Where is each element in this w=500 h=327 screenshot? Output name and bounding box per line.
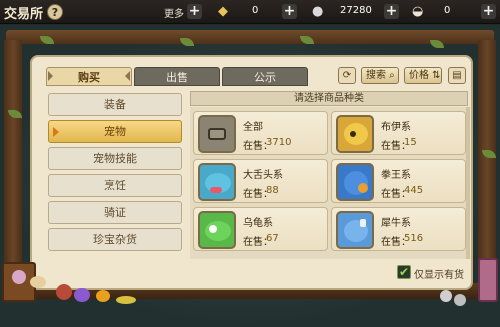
category-pet-skill[interactable]: 宠物技能 bbox=[48, 147, 182, 170]
shell-pile-decoration bbox=[12, 270, 26, 284]
silver-plus-button[interactable]: + bbox=[384, 4, 399, 19]
list-header: 请选择商品种类 bbox=[190, 91, 468, 106]
tab-sell[interactable]: 出售 bbox=[134, 67, 220, 86]
item-count: 516 bbox=[404, 233, 424, 244]
item-name: 大舌头系 bbox=[243, 170, 283, 181]
wood-frame-right bbox=[478, 40, 496, 290]
pet-boxer-icon bbox=[336, 163, 374, 201]
wood-frame-top bbox=[6, 30, 494, 44]
top-bar: 交易所 ? 更多 + ◆ 0 + ● 27280 + ◒ 0 + bbox=[0, 0, 500, 24]
category-label: 宠物技能 bbox=[93, 152, 137, 165]
category-pet[interactable]: 宠物 bbox=[48, 120, 182, 143]
gold-plus-button[interactable]: + bbox=[282, 4, 297, 19]
more-label: 更多 bbox=[164, 9, 184, 20]
item-card-buyi[interactable]: 布伊系 在售： 15 bbox=[331, 111, 466, 155]
shell-value: 0 bbox=[444, 5, 451, 16]
tab-notice-label: 公示 bbox=[254, 71, 276, 84]
chest-decoration bbox=[478, 258, 498, 302]
tab-notice[interactable]: 公示 bbox=[222, 67, 308, 86]
help-icon[interactable]: ? bbox=[47, 4, 63, 20]
gem-decoration bbox=[74, 288, 90, 302]
item-name: 全部 bbox=[243, 122, 263, 133]
refresh-icon[interactable]: ⟳ bbox=[338, 67, 356, 84]
only-in-stock-label: 仅显示有货 bbox=[414, 270, 464, 281]
category-label: 装备 bbox=[104, 98, 126, 111]
pet-buyi-icon bbox=[336, 115, 374, 153]
item-card-turtle[interactable]: 乌龟系 在售： 67 bbox=[193, 207, 328, 251]
category-mount-license[interactable]: 骑证 bbox=[48, 201, 182, 224]
item-card-rhino[interactable]: 犀牛系 在售： 516 bbox=[331, 207, 466, 251]
selected-arrow-icon bbox=[53, 127, 59, 137]
pet-big-tongue-icon bbox=[198, 163, 236, 201]
meat-decoration bbox=[56, 284, 72, 300]
shell-plus-button[interactable]: + bbox=[481, 4, 496, 19]
silver-value: 27280 bbox=[340, 5, 372, 16]
fruit-decoration bbox=[96, 290, 110, 302]
list-header-label: 请选择商品种类 bbox=[294, 93, 364, 104]
shell-icon: ◒ bbox=[412, 4, 424, 19]
silver-coin-decoration bbox=[440, 290, 452, 302]
price-sort-button[interactable]: 价格 ⇅ bbox=[404, 67, 442, 84]
item-card-all[interactable]: 全部 在售： 3710 bbox=[193, 111, 328, 155]
tab-arrow-right-icon bbox=[125, 71, 130, 81]
item-list[interactable]: 全部 在售： 3710 布伊系 在售： 15 大舌头系 在售： 88 拳王系 在… bbox=[190, 107, 468, 259]
tab-arrow-left-icon bbox=[48, 71, 53, 81]
tab-sell-label: 出售 bbox=[166, 71, 188, 84]
item-name: 拳王系 bbox=[381, 170, 411, 181]
more-plus-button[interactable]: + bbox=[187, 4, 202, 19]
search-icon: ⌕ bbox=[386, 70, 395, 81]
mask-icon bbox=[198, 115, 236, 153]
category-label: 烹饪 bbox=[104, 179, 126, 192]
category-label: 宠物 bbox=[104, 125, 126, 138]
item-count: 3710 bbox=[266, 137, 292, 148]
item-name: 乌龟系 bbox=[243, 218, 273, 229]
tab-buy[interactable]: 购买 bbox=[46, 67, 132, 86]
category-cooking[interactable]: 烹饪 bbox=[48, 174, 182, 197]
category-equipment[interactable]: 装备 bbox=[48, 93, 182, 116]
item-name: 布伊系 bbox=[381, 122, 411, 133]
item-name: 犀牛系 bbox=[381, 218, 411, 229]
gold-ingot-icon: ◆ bbox=[218, 4, 228, 19]
category-label: 骑证 bbox=[104, 206, 126, 219]
item-card-datoutou[interactable]: 大舌头系 在售： 88 bbox=[193, 159, 328, 203]
category-label: 珍宝杂货 bbox=[93, 233, 137, 246]
price-sort-label: 价格 bbox=[409, 70, 429, 81]
item-count: 15 bbox=[404, 137, 417, 148]
pet-turtle-icon bbox=[198, 211, 236, 249]
ledger-icon[interactable]: ▤ bbox=[448, 67, 466, 84]
search-button-label: 搜索 bbox=[366, 70, 386, 81]
item-count: 67 bbox=[266, 233, 279, 244]
gold-pile-decoration bbox=[116, 296, 136, 304]
pet-rhino-icon bbox=[336, 211, 374, 249]
item-card-quanwang[interactable]: 拳王系 在售： 445 bbox=[331, 159, 466, 203]
page-title: 交易所 bbox=[4, 7, 44, 22]
only-in-stock-checkbox[interactable]: ✔ bbox=[397, 265, 411, 279]
silver-coin-icon: ● bbox=[312, 4, 324, 19]
category-treasure-goods[interactable]: 珍宝杂货 bbox=[48, 228, 182, 251]
shell-pile-decoration bbox=[30, 276, 46, 288]
tab-buy-label: 购买 bbox=[78, 71, 100, 84]
search-button[interactable]: 搜索 ⌕ bbox=[361, 67, 399, 84]
sort-icon: ⇅ bbox=[429, 70, 441, 81]
gold-value: 0 bbox=[252, 5, 259, 16]
silver-coin-decoration bbox=[454, 294, 466, 306]
item-count: 445 bbox=[404, 185, 424, 196]
list-scrollbar[interactable] bbox=[466, 107, 470, 259]
item-count: 88 bbox=[266, 185, 279, 196]
wood-frame-left bbox=[4, 40, 22, 290]
